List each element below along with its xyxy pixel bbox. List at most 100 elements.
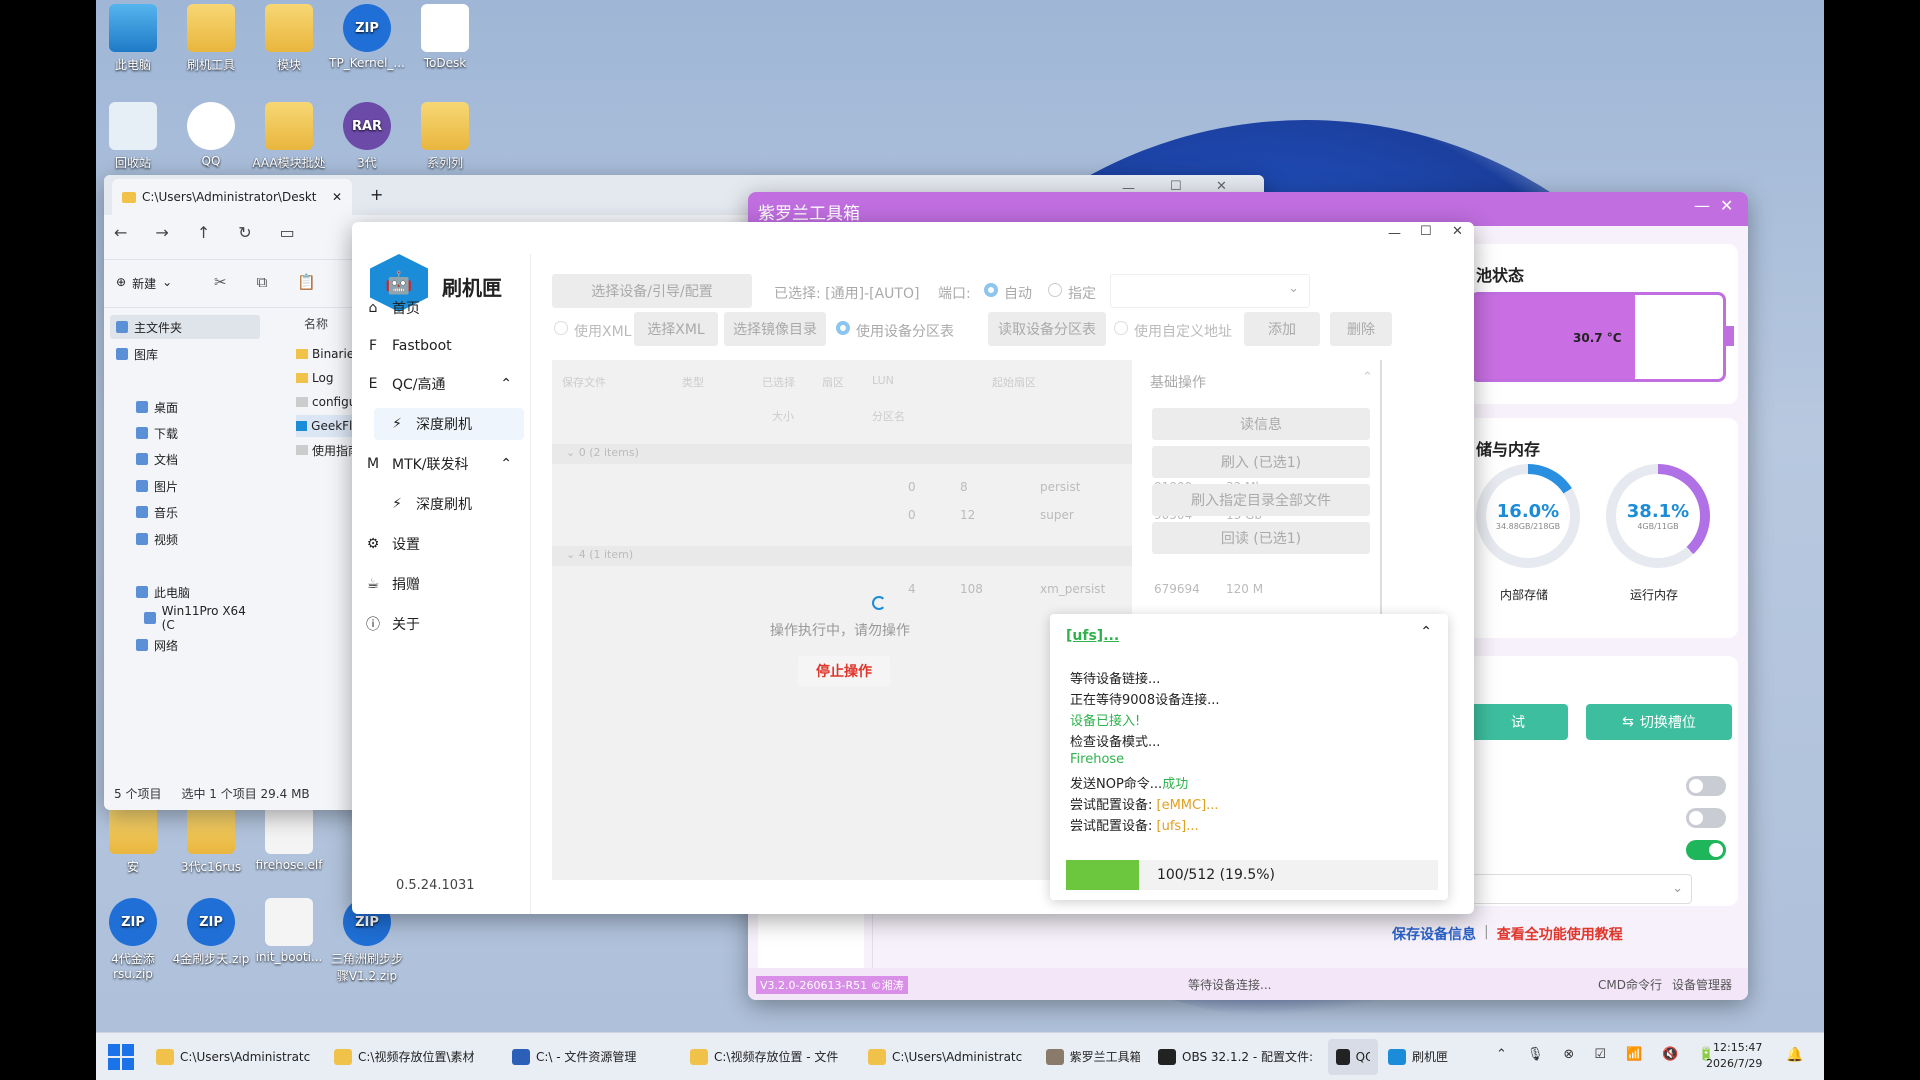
mic-icon[interactable]: 🎙 (1527, 1047, 1544, 1062)
sidebar-item[interactable]: 音乐 (130, 500, 260, 524)
new-button[interactable]: ⊕ 新建 ⌄ (116, 275, 172, 292)
desktop-icon[interactable]: 回收站 (96, 102, 172, 171)
table-header[interactable]: 保存文件 (562, 374, 606, 390)
group-1[interactable]: ⌄ 0 (2 items) (566, 446, 639, 459)
add-button[interactable]: 添加 (1244, 312, 1320, 346)
sidebar-item[interactable]: 网络 (130, 633, 260, 657)
taskbar-item[interactable]: QQ (1328, 1038, 1378, 1075)
desktop-icon[interactable]: 此电脑 (96, 4, 172, 73)
port-select[interactable]: ⌄ (1110, 274, 1310, 308)
table-row[interactable]: 4 108 xm_persist 679694 120 M (908, 572, 1488, 606)
nav-item[interactable]: ⚙ 设置 (360, 528, 520, 560)
table-header[interactable]: 起始扇区 (992, 374, 1036, 390)
table-header[interactable]: 类型 (682, 374, 704, 390)
desktop-icon[interactable]: QQ (172, 102, 250, 168)
cut-icon[interactable]: ✂ (214, 273, 227, 291)
table-header[interactable]: 分区名 (872, 408, 905, 424)
nav-item[interactable]: M MTK/联发科 ⌃ (360, 448, 520, 480)
notification-icon[interactable]: 🔔 (1786, 1047, 1803, 1063)
port-auto-radio[interactable]: 自动 (984, 283, 1032, 303)
taskbar-item[interactable]: 刷机匣 (1380, 1039, 1456, 1075)
desktop-icon[interactable]: AAA模块批处 (250, 102, 328, 171)
desktop-icon[interactable]: ZIP 4代金添rsu.zip (96, 898, 172, 981)
zlt-min-icon[interactable]: — (1694, 196, 1710, 215)
explorer-tab[interactable]: C:\Users\Administrator\Deskt ✕ (112, 179, 352, 215)
nav-item[interactable]: ⌂ 首页 (360, 292, 520, 324)
toggle-3[interactable] (1686, 840, 1726, 860)
nav-item[interactable]: ☕ 捐赠 (360, 568, 520, 600)
table-header[interactable]: LUN (872, 374, 894, 387)
select-dir-button[interactable]: 选择镜像目录 (724, 312, 826, 346)
collapse-icon[interactable]: ⌃ (1362, 370, 1373, 385)
nav-item[interactable]: E QC/高通 ⌃ (360, 368, 520, 400)
log-collapse-icon[interactable]: ⌃ (1420, 624, 1432, 640)
taskbar-item[interactable]: 紫罗兰工具箱 (1038, 1039, 1148, 1075)
desktop-icon[interactable]: 3代c16rus (172, 806, 250, 875)
op-button[interactable]: 回读 (已选1) (1152, 522, 1370, 554)
sidebar-item[interactable]: 视频 (130, 527, 260, 551)
up-icon[interactable]: ↑ (197, 223, 210, 242)
group-2[interactable]: ⌄ 4 (1 item) (566, 548, 633, 561)
sidebar-item[interactable]: 下载 (130, 421, 260, 445)
back-icon[interactable]: ← (114, 223, 127, 242)
nav-item[interactable]: F Fastboot (360, 330, 520, 362)
op-button[interactable]: 刷入指定目录全部文件 (1152, 484, 1370, 516)
sidebar-item[interactable]: 图片 (130, 474, 260, 498)
taskbar-item[interactable]: C:\Users\Administratc (148, 1039, 324, 1075)
desktop-icon[interactable]: 系列列 (406, 102, 484, 171)
taskbar-item[interactable]: C:\Users\Administratc (860, 1039, 1036, 1075)
zlt-select[interactable]: ⌄ (1468, 874, 1692, 904)
use-xml-radio[interactable]: 使用XML (554, 321, 631, 341)
desktop-icon[interactable]: ZIP 4金刷步天.zip (172, 898, 250, 967)
desktop-icon[interactable]: ZIP TP_Kernel_... (328, 4, 406, 70)
sidebar-item[interactable]: 主文件夹 (110, 315, 260, 339)
sidebar-item[interactable]: 文档 (130, 447, 260, 471)
tray-close-icon[interactable]: ⊗ (1563, 1047, 1574, 1062)
taskbar-item[interactable]: C:\视频存放位置\素材 (326, 1039, 502, 1075)
column-name[interactable]: 名称 (304, 315, 328, 332)
wifi-icon[interactable]: 📶 (1626, 1047, 1642, 1062)
desktop-icon[interactable]: 模块 (250, 4, 328, 73)
switch-slot-button[interactable]: ⇆ 切换槽位 (1586, 704, 1732, 740)
new-tab-icon[interactable]: + (370, 185, 383, 204)
sidebar-item[interactable]: 此电脑 (130, 580, 260, 604)
device-manager-link[interactable]: 设备管理器 (1672, 976, 1732, 993)
desktop-icon[interactable]: 安 (96, 806, 172, 875)
nav-item[interactable]: ⚡ 深度刷机 (374, 408, 524, 440)
view-icon[interactable]: ▭ (280, 223, 295, 242)
use-custom-radio[interactable]: 使用自定义地址 (1114, 321, 1232, 341)
min-icon[interactable]: — (1388, 226, 1401, 241)
read-part-button[interactable]: 读取设备分区表 (988, 312, 1106, 346)
close-tab-icon[interactable]: ✕ (332, 190, 342, 204)
desktop-icon[interactable]: 刷机工具 (172, 4, 250, 73)
refresh-icon[interactable]: ↻ (238, 223, 251, 242)
select-device-button[interactable]: 选择设备/引导/配置 (552, 274, 752, 308)
desktop-icon[interactable]: firehose.elf (250, 806, 328, 872)
nav-item[interactable]: ⓘ 关于 (360, 608, 520, 640)
sidebar-item[interactable]: Win11Pro X64 (C (138, 604, 260, 632)
check-icon[interactable]: ☑ (1594, 1047, 1606, 1062)
copy-icon[interactable]: ⧉ (257, 273, 268, 291)
stop-button[interactable]: 停止操作 (798, 656, 890, 686)
toggle-2[interactable] (1686, 808, 1726, 828)
cmd-link[interactable]: CMD命令行 (1598, 976, 1662, 993)
op-button[interactable]: 读信息 (1152, 408, 1370, 440)
delete-button[interactable]: 删除 (1330, 312, 1392, 346)
desktop-icon[interactable]: ToDesk (406, 4, 484, 70)
zlt-close-icon[interactable]: ✕ (1720, 196, 1733, 215)
guide-link[interactable]: 查看全功能使用教程 (1497, 924, 1623, 944)
start-icon[interactable] (108, 1043, 134, 1070)
port-manual-radio[interactable]: 指定 (1048, 283, 1096, 303)
table-header[interactable]: 扇区 (822, 374, 844, 390)
sidebar-item[interactable]: 图库 (110, 342, 260, 366)
volume-mute-icon[interactable]: 🔇 (1662, 1047, 1678, 1062)
nav-item[interactable]: ⚡ 深度刷机 (374, 488, 524, 520)
forward-icon[interactable]: → (155, 223, 168, 242)
taskbar-item[interactable]: OBS 32.1.2 - 配置文件: (1150, 1039, 1326, 1075)
clock[interactable]: 12:15:47 2026/7/29 (1706, 1040, 1762, 1072)
paste-icon[interactable]: 📋 (297, 273, 316, 291)
toggle-1[interactable] (1686, 776, 1726, 796)
save-device-info-link[interactable]: 保存设备信息 (1392, 924, 1476, 944)
op-button[interactable]: 刷入 (已选1) (1152, 446, 1370, 478)
sidebar-item[interactable]: 桌面 (130, 395, 260, 419)
